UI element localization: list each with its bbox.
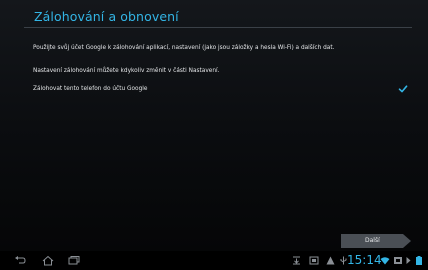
backup-option-label[interactable]: Zálohovat tento telefon do účtu Google xyxy=(33,86,147,92)
warning-icon[interactable] xyxy=(326,256,335,265)
signal-arrow-icon[interactable] xyxy=(406,256,412,265)
usb-icon[interactable] xyxy=(340,256,347,265)
settings-hint: Nastavení zálohování můžete kdykoliv změ… xyxy=(33,68,220,74)
page-title: Zálohování a obnovení xyxy=(34,9,179,24)
setup-screen: Zálohování a obnovení Použijte svůj účet… xyxy=(0,0,428,251)
back-icon[interactable] xyxy=(14,255,26,266)
home-icon[interactable] xyxy=(42,255,54,266)
checkmark-icon[interactable] xyxy=(398,84,408,94)
backup-description: Použijte svůj účet Google k zálohování a… xyxy=(33,45,335,51)
screenshot-icon[interactable] xyxy=(309,256,319,265)
next-button[interactable]: Další xyxy=(341,234,411,248)
title-divider xyxy=(24,27,412,28)
download-notification-icon[interactable] xyxy=(292,256,301,265)
recent-apps-icon[interactable] xyxy=(68,255,80,266)
battery-icon[interactable] xyxy=(414,256,424,265)
next-button-label: Další xyxy=(365,237,380,244)
system-navigation-bar: 15:14 xyxy=(0,251,428,270)
wifi-icon[interactable] xyxy=(380,256,390,265)
clock[interactable]: 15:14 xyxy=(347,253,382,267)
sim-icon[interactable] xyxy=(393,256,403,265)
